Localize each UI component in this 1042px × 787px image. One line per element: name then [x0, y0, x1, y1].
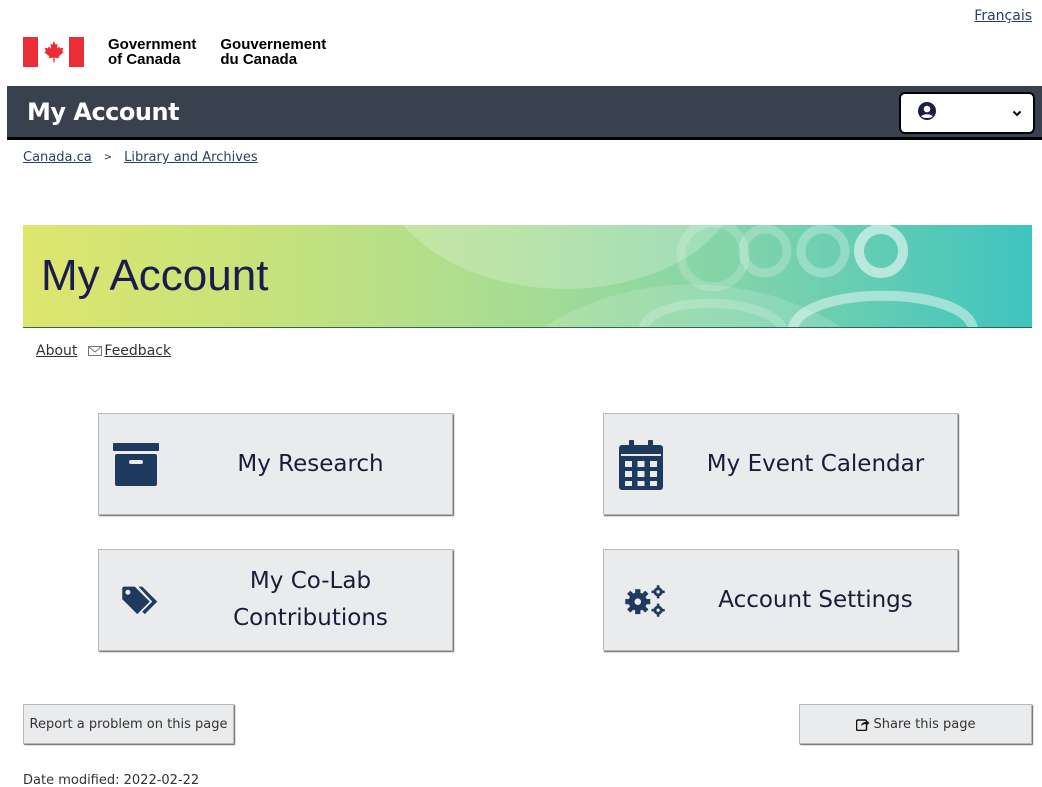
about-link[interactable]: About — [36, 343, 77, 359]
government-signature[interactable]: Government of Canada Gouvernement du Can… — [23, 37, 326, 67]
tile-my-co-lab-contributions[interactable]: My Co-Lab Contributions — [98, 549, 453, 651]
tile-label: My Event Calendar — [706, 450, 925, 477]
breadcrumb: Canada.ca > Library and Archives — [23, 150, 258, 165]
gears-icon — [616, 576, 666, 626]
tile-account-settings[interactable]: Account Settings — [603, 549, 958, 651]
gov-name-fr: Gouvernement du Canada — [220, 36, 327, 68]
tile-label: Account Settings — [718, 586, 913, 613]
user-circle-icon — [917, 101, 937, 125]
tile-my-research[interactable]: My Research — [98, 413, 453, 515]
app-title: My Account — [27, 98, 180, 126]
account-menu-button[interactable] — [899, 92, 1035, 134]
report-problem-label: Report a problem on this page — [29, 716, 228, 732]
language-toggle-link[interactable]: Français — [974, 8, 1032, 24]
gov-name-en: Government of Canada — [108, 36, 197, 68]
page-banner: My Account — [23, 225, 1032, 328]
share-page-button[interactable]: Share this page — [799, 704, 1032, 744]
calendar-icon — [616, 440, 666, 490]
share-icon — [855, 718, 870, 731]
canada-flag-icon — [23, 37, 84, 67]
tile-label: My Co-Lab Contributions — [233, 568, 388, 631]
feedback-link[interactable]: Feedback — [104, 343, 171, 359]
page-title: My Account — [41, 251, 269, 300]
utility-links: About Feedback — [36, 343, 171, 359]
app-bar: My Account — [7, 86, 1042, 140]
chevron-down-icon — [1011, 104, 1023, 123]
tile-label: My Research — [237, 450, 384, 477]
tile-my-event-calendar[interactable]: My Event Calendar — [603, 413, 958, 515]
date-modified: Date modified: 2022-02-22 — [23, 773, 200, 787]
tags-icon — [111, 576, 161, 626]
breadcrumb-item-canada[interactable]: Canada.ca — [23, 150, 92, 165]
breadcrumb-separator: > — [103, 152, 113, 163]
envelope-icon — [88, 346, 103, 356]
share-page-label: Share this page — [873, 716, 976, 732]
report-problem-button[interactable]: Report a problem on this page — [23, 704, 234, 744]
breadcrumb-item-library[interactable]: Library and Archives — [124, 150, 258, 165]
archive-box-icon — [111, 440, 161, 490]
